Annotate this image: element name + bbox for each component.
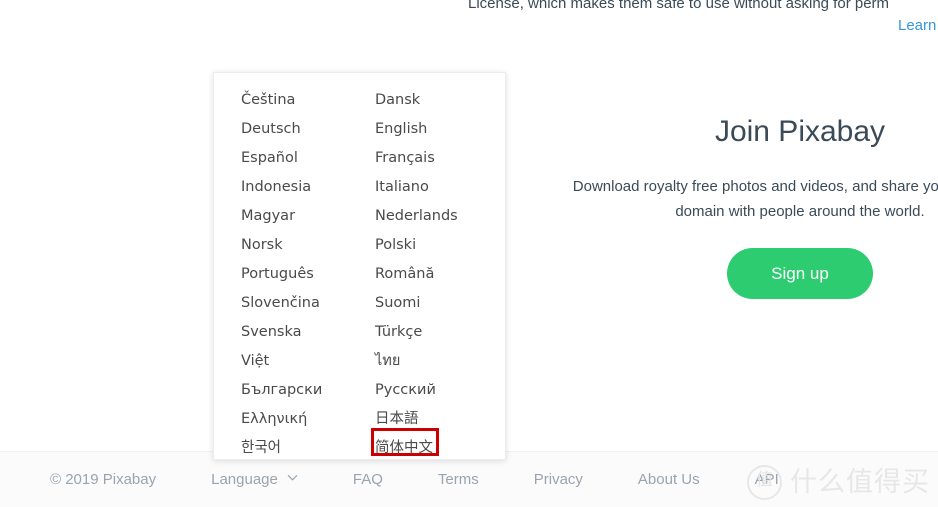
join-pixabay-hero: Join Pixabay Download royalty free photo…	[470, 112, 938, 299]
language-option-italiano[interactable]: Italiano	[375, 173, 458, 202]
hero-subtitle: Download royalty free photos and videos,…	[470, 174, 938, 224]
hero-cta-wrapper: Sign up	[470, 248, 938, 299]
language-option-indonesia[interactable]: Indonesia	[241, 173, 322, 202]
language-option-japanese[interactable]: 日本語	[375, 405, 458, 434]
language-option-cestina[interactable]: Čeština	[241, 86, 322, 115]
language-option-norsk[interactable]: Norsk	[241, 231, 322, 260]
language-option-simplified-chinese[interactable]: 简体中文	[375, 434, 433, 463]
footer-link-privacy[interactable]: Privacy	[534, 471, 583, 488]
language-option-romana[interactable]: Română	[375, 260, 458, 289]
footer-link-terms[interactable]: Terms	[438, 471, 479, 488]
footer-link-faq[interactable]: FAQ	[353, 471, 383, 488]
footer-links-row: © 2019 Pixabay Language FAQ Terms Privac…	[0, 471, 938, 488]
page-background: License, which makes them safe to use wi…	[0, 0, 938, 507]
language-option-slovencina[interactable]: Slovenčina	[241, 289, 322, 318]
language-option-ellinika[interactable]: Ελληνική	[241, 405, 322, 434]
hero-subtitle-line-1: Download royalty free photos and videos,…	[572, 178, 938, 195]
language-option-turkce[interactable]: Türkçe	[375, 318, 458, 347]
language-option-thai[interactable]: ไทย	[375, 347, 458, 376]
license-learn-link[interactable]: Learn	[0, 15, 938, 37]
language-option-bulgarski[interactable]: Български	[241, 376, 322, 405]
language-dropdown-panel: Čeština Deutsch Español Indonesia Magyar…	[213, 72, 506, 460]
footer-link-api[interactable]: API	[755, 471, 779, 488]
language-option-suomi[interactable]: Suomi	[375, 289, 458, 318]
language-option-portugues[interactable]: Português	[241, 260, 322, 289]
language-option-magyar[interactable]: Magyar	[241, 202, 322, 231]
language-column-left: Čeština Deutsch Español Indonesia Magyar…	[241, 86, 322, 463]
footer-link-about-us[interactable]: About Us	[638, 471, 700, 488]
language-option-svenska[interactable]: Svenska	[241, 318, 322, 347]
footer-copyright: © 2019 Pixabay	[50, 471, 157, 488]
chevron-down-icon	[287, 472, 298, 483]
language-option-francais[interactable]: Français	[375, 144, 458, 173]
language-option-russkiy[interactable]: Русский	[375, 376, 458, 405]
language-option-polski[interactable]: Polski	[375, 231, 458, 260]
language-option-english[interactable]: English	[375, 115, 458, 144]
language-option-deutsch[interactable]: Deutsch	[241, 115, 322, 144]
license-text: License, which makes them safe to use wi…	[468, 0, 890, 12]
footer-language-toggle[interactable]: Language	[211, 471, 298, 488]
language-option-espanol[interactable]: Español	[241, 144, 322, 173]
footer-language-label: Language	[211, 471, 278, 488]
language-option-nederlands[interactable]: Nederlands	[375, 202, 458, 231]
language-column-right: Dansk English Français Italiano Nederlan…	[375, 86, 458, 463]
license-paragraph: License, which makes them safe to use wi…	[0, 0, 938, 37]
language-option-korean[interactable]: 한국어	[241, 434, 322, 463]
language-option-dansk[interactable]: Dansk	[375, 86, 458, 115]
sign-up-button[interactable]: Sign up	[727, 248, 873, 299]
language-options-grid: Čeština Deutsch Español Indonesia Magyar…	[214, 73, 505, 459]
hero-subtitle-line-2: domain with people around the world.	[675, 203, 925, 220]
page-title: Join Pixabay	[714, 115, 886, 148]
language-option-viet[interactable]: Việt	[241, 347, 322, 376]
